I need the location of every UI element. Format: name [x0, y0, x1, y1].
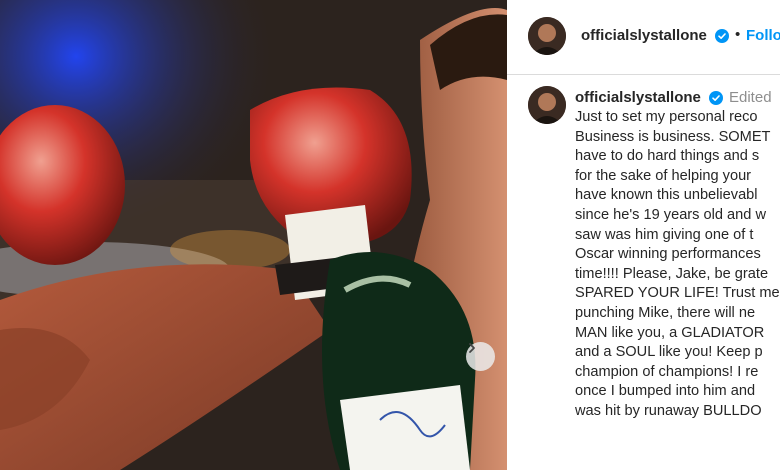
post-author-username[interactable]: officialslystallone: [581, 27, 707, 44]
caption-line: saw was him giving one of t: [575, 226, 754, 243]
verified-badge-icon: [709, 91, 723, 105]
follow-button[interactable]: Follow: [746, 27, 780, 44]
caption-line: and a SOUL like you! Keep p: [575, 344, 763, 361]
caption-line: champion of champions! I re: [575, 363, 759, 380]
caption-line: SPARED YOUR LIFE! Trust me: [575, 285, 780, 302]
caption-line: for the sake of helping your: [575, 167, 752, 184]
caption-text: Just to set my personal reco Business is…: [575, 108, 780, 422]
caption-line: once I bumped into him and: [575, 383, 756, 400]
caption-line: time!!!! Please, Jake, be grate: [575, 265, 769, 282]
caption-line: Business is business. SOMET: [575, 128, 771, 145]
avatar[interactable]: [528, 86, 566, 124]
boxing-photo: [0, 0, 507, 470]
caption-line: MAN like you, a GLADIATOR: [575, 324, 765, 341]
avatar-image: [528, 17, 566, 55]
post-header: officialslystallone • Follow: [507, 0, 780, 75]
chevron-right-icon: [469, 343, 475, 353]
post-photo: [0, 0, 507, 470]
caption-line: have to do hard things and s: [575, 148, 760, 165]
caption-line: punching Mike, there will ne: [575, 304, 756, 321]
caption-line: was hit by runaway BULLDO: [575, 402, 762, 419]
caption-line: have known this unbelievabl: [575, 187, 758, 204]
next-image-button[interactable]: [466, 342, 495, 371]
caption-line: Oscar winning performances: [575, 246, 761, 263]
edited-label: Edited: [729, 89, 772, 106]
caption-line: Just to set my personal reco: [575, 109, 758, 125]
caption-username[interactable]: officialslystallone: [575, 89, 701, 106]
verified-badge-icon: [715, 29, 729, 43]
avatar-image: [528, 86, 566, 124]
separator-dot: •: [735, 26, 741, 43]
avatar[interactable]: [528, 17, 566, 55]
caption-line: since he's 19 years old and w: [575, 206, 766, 223]
post-side-panel: officialslystallone • Follow officialsly…: [507, 0, 780, 470]
